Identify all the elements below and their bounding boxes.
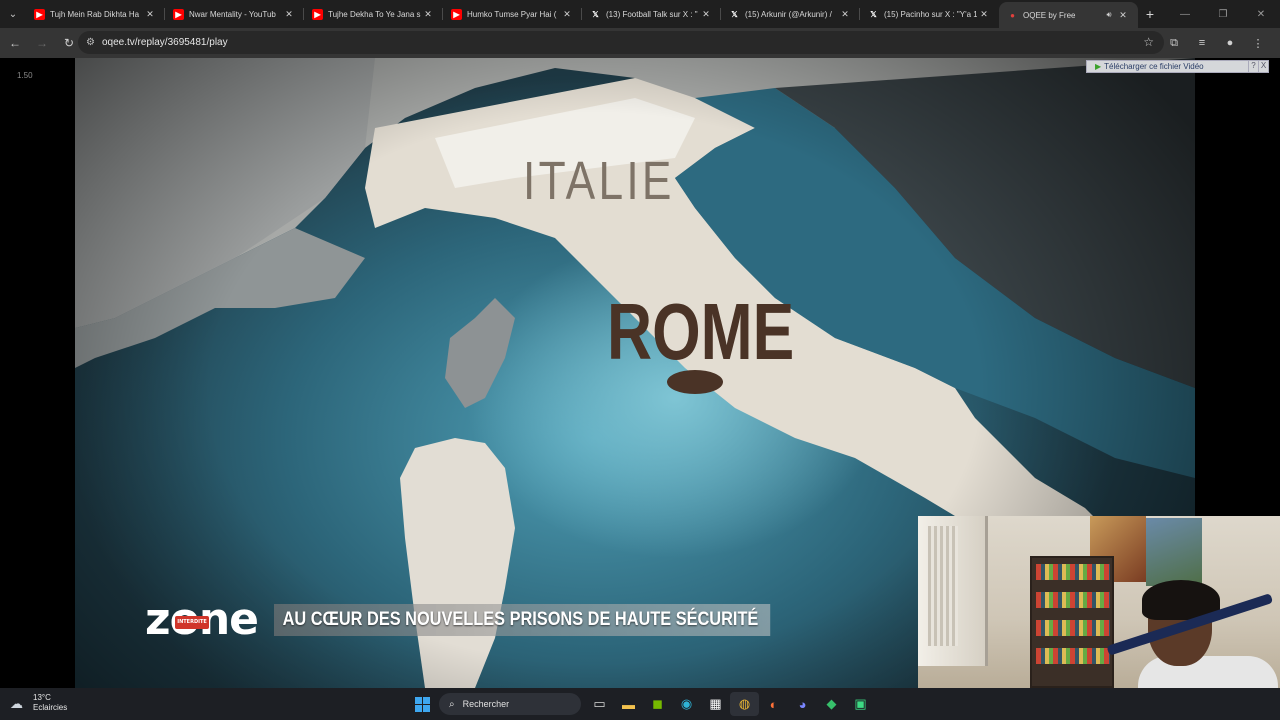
webcam-overlay [918, 516, 1280, 688]
minimize-icon[interactable]: — [1166, 0, 1204, 28]
tab-3[interactable]: ▶ Tujhe Dekha To Ye Jana s ✕ [304, 0, 443, 28]
help-icon[interactable]: ? [1248, 61, 1258, 72]
tab-close-icon[interactable]: ✕ [1116, 10, 1130, 21]
bookmark-star-icon[interactable]: ☆ [1143, 35, 1154, 49]
close-icon[interactable]: X [1258, 61, 1268, 72]
address-bar[interactable]: ⚙ oqee.tv/replay/3695481/play ☆ [78, 31, 1164, 54]
partly-cloudy-icon: ☁ [10, 696, 23, 711]
tab-title: Humko Tumse Pyar Hai ( [467, 9, 557, 19]
x-icon: 𝕏 [592, 9, 599, 19]
tab-1[interactable]: ▶ Tujh Mein Rab Dikhta Ha ✕ [26, 0, 165, 28]
windows-icon [415, 696, 430, 712]
download-label[interactable]: Télécharger ce fichier Vidéo [1104, 62, 1248, 71]
file-explorer-icon[interactable]: ▬ [614, 692, 643, 716]
search-icon: ⌕ [449, 698, 455, 710]
weather-widget[interactable]: ☁ 13°C Eclaircies [10, 693, 67, 713]
youtube-icon: ▶ [312, 8, 323, 20]
play-icon: ▶ [1095, 62, 1102, 71]
url-text: oqee.tv/replay/3695481/play [101, 37, 228, 48]
media-controls-icon[interactable]: ≡ [1188, 31, 1216, 55]
search-placeholder: Rechercher [462, 699, 510, 709]
speaker-icon[interactable]: 🔊︎ [1102, 10, 1116, 20]
youtube-icon: ▶ [173, 8, 184, 20]
tab-5[interactable]: 𝕏 (13) Football Talk sur X : " ✕ [582, 0, 721, 28]
map-label-city: ROME [607, 287, 795, 376]
android-icon[interactable]: ▣ [846, 692, 875, 716]
tab-close-icon[interactable]: ✕ [838, 9, 852, 20]
forward-button[interactable]: → [30, 31, 54, 55]
back-button[interactable]: ← [3, 31, 27, 55]
edge-icon[interactable]: ◉ [672, 692, 701, 716]
tab-title: (13) Football Talk sur X : " [606, 9, 698, 19]
discord-icon[interactable]: ◕ [788, 692, 817, 716]
show-logo: zone INTERDITE [145, 598, 259, 642]
banner-title: AU CŒUR DES NOUVELLES PRISONS DE HAUTE S… [274, 604, 771, 636]
firefox-icon[interactable]: ◐ [759, 692, 788, 716]
tab-title: Tujhe Dekha To Ye Jana s [328, 9, 421, 19]
start-button[interactable] [408, 692, 437, 716]
weather-desc: Eclaircies [33, 703, 68, 712]
tab-title: OQEE by Free [1023, 10, 1076, 20]
tab-close-icon[interactable]: ✕ [699, 9, 713, 20]
webcam-window [918, 516, 988, 666]
tab-title: (15) Arkunir (@Arkunir) / [745, 9, 832, 19]
browser-tab-strip: ⌄ ▶ Tujh Mein Rab Dikhta Ha ✕ ▶ Nwar Men… [0, 0, 1280, 28]
close-window-icon[interactable]: ✕ [1242, 0, 1280, 28]
x-icon: 𝕏 [731, 9, 738, 19]
window-controls: — ❐ ✕ [1166, 0, 1280, 28]
taskbar-search[interactable]: ⌕ Rechercher [439, 693, 581, 715]
tab-6[interactable]: 𝕏 (15) Arkunir (@Arkunir) / ✕ [721, 0, 860, 28]
weather-temp: 13°C [33, 693, 51, 702]
tab-close-icon[interactable]: ✕ [560, 9, 574, 20]
store-icon[interactable]: ▦ [701, 692, 730, 716]
tab-title: (15) Pacinho sur X : "Y'a 1 [884, 9, 977, 19]
map-label-country: ITALIE [523, 151, 675, 211]
youtube-icon: ▶ [451, 8, 462, 20]
webcam-poster [1146, 518, 1202, 586]
browser-toolbar: ← → ↻ ⚙ oqee.tv/replay/3695481/play ☆ ⧉ … [0, 28, 1280, 58]
menu-icon[interactable]: ⋮ [1244, 31, 1272, 55]
new-tab-button[interactable]: + [1138, 6, 1162, 22]
program-banner: zone INTERDITE AU CŒUR DES NOUVELLES PRI… [145, 598, 771, 642]
x-icon: 𝕏 [870, 9, 877, 19]
tab-close-icon[interactable]: ✕ [143, 9, 157, 20]
tab-4[interactable]: ▶ Humko Tumse Pyar Hai ( ✕ [443, 0, 582, 28]
site-info-icon[interactable]: ⚙ [86, 37, 95, 48]
tab-close-icon[interactable]: ✕ [282, 9, 296, 20]
toolbar-actions: ⧉ ≡ ● ⋮ [1160, 31, 1272, 55]
youtube-icon: ▶ [34, 8, 45, 20]
download-video-bar[interactable]: ▶ Télécharger ce fichier Vidéo ? X [1086, 60, 1269, 73]
nvidia-icon[interactable]: ◼ [643, 692, 672, 716]
task-view-icon[interactable]: ▭ [585, 692, 614, 716]
profile-avatar[interactable]: ● [1216, 31, 1244, 55]
tab-close-icon[interactable]: ✕ [421, 9, 435, 20]
tab-search-button[interactable]: ⌄ [0, 0, 26, 28]
windows-taskbar: ☁ 13°C Eclaircies ⌕ Rechercher ▭ ▬ ◼ ◉ ▦… [0, 688, 1280, 720]
show-logo-badge: INTERDITE [175, 616, 209, 629]
tab-title: Nwar Mentality - YouTub [189, 9, 276, 19]
webcam-shelf [1030, 556, 1114, 688]
tab-7[interactable]: 𝕏 (15) Pacinho sur X : "Y'a 1 ✕ [860, 0, 999, 28]
city-marker [667, 370, 723, 394]
playback-speed[interactable]: 1.50 [17, 71, 33, 80]
chrome-icon[interactable]: ◍ [730, 692, 759, 716]
maps-icon[interactable]: ◆ [817, 692, 846, 716]
taskbar-apps: ⌕ Rechercher ▭ ▬ ◼ ◉ ▦ ◍ ◐ ◕ ◆ ▣ [408, 692, 875, 716]
oqee-icon: ● [1010, 10, 1015, 20]
tab-close-icon[interactable]: ✕ [977, 9, 991, 20]
page-content: 1.50 ITALIE ROME zone INT [0, 58, 1280, 688]
maximize-icon[interactable]: ❐ [1204, 0, 1242, 28]
extensions-icon[interactable]: ⧉ [1160, 31, 1188, 55]
tab-8-active[interactable]: ● OQEE by Free 🔊︎ ✕ [999, 2, 1138, 28]
tab-2[interactable]: ▶ Nwar Mentality - YouTub ✕ [165, 0, 304, 28]
tab-title: Tujh Mein Rab Dikhta Ha [50, 9, 140, 19]
